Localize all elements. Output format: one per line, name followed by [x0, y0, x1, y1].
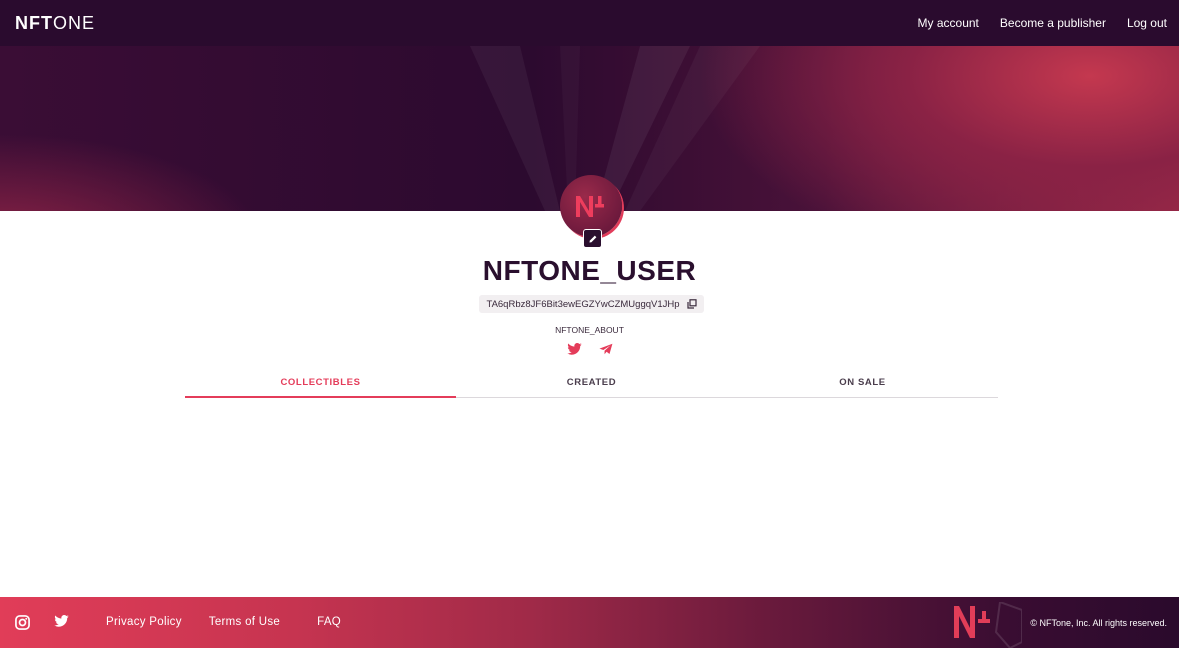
pencil-icon: [589, 235, 596, 242]
wallet-address-box: TA6qRbz8JF6Bit3ewEGZYwCZMUggqV1JHp: [479, 295, 704, 313]
tab-collectibles[interactable]: COLLECTIBLES: [185, 367, 456, 398]
footer-links: Privacy Policy Terms of Use FAQ: [106, 616, 341, 628]
tab-created[interactable]: CREATED: [456, 367, 727, 397]
profile-avatar: [560, 175, 622, 237]
tab-on-sale[interactable]: ON SALE: [727, 367, 998, 397]
nftone-logo[interactable]: NFT ONE: [15, 13, 95, 34]
footer-copyright: © NFTone, Inc. All rights reserved.: [1030, 618, 1167, 628]
logo-text-one: ONE: [53, 12, 96, 33]
profile-about: NFTONE_ABOUT: [555, 325, 624, 335]
footer-social-icons: [15, 615, 69, 630]
footer-logo-mark: [952, 600, 1023, 648]
profile-social-links: [567, 343, 613, 355]
logo-text-nft: NFT: [15, 12, 53, 33]
edit-avatar-button[interactable]: [583, 229, 602, 248]
copy-icon[interactable]: [686, 299, 697, 309]
nftone-logo-icon: [576, 196, 604, 217]
wallet-address: TA6qRbz8JF6Bit3ewEGZYwCZMUggqV1JHp: [486, 298, 680, 310]
profile-username: NFTONE_USER: [482, 255, 697, 286]
twitter-icon[interactable]: [54, 615, 69, 630]
log-out-link[interactable]: Log out: [1127, 16, 1167, 30]
privacy-policy-link[interactable]: Privacy Policy: [106, 616, 182, 628]
profile-tabs: COLLECTIBLES CREATED ON SALE: [185, 367, 998, 398]
become-publisher-link[interactable]: Become a publisher: [1000, 16, 1106, 30]
telegram-icon[interactable]: [599, 343, 613, 355]
nav-links: My account Become a publisher Log out: [918, 16, 1167, 30]
faq-link[interactable]: FAQ: [317, 616, 341, 628]
terms-of-use-link[interactable]: Terms of Use: [209, 616, 280, 628]
my-account-link[interactable]: My account: [918, 16, 979, 30]
footer: Privacy Policy Terms of Use FAQ © NFTone…: [0, 597, 1179, 648]
top-navigation-bar: NFT ONE My account Become a publisher Log…: [0, 0, 1179, 46]
twitter-icon[interactable]: [567, 343, 582, 355]
instagram-icon[interactable]: [15, 615, 30, 630]
